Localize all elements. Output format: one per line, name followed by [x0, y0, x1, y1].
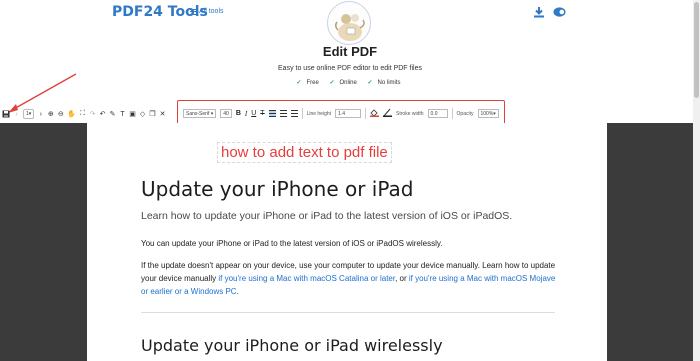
document-paragraph: You can update your iPhone or iPad to th… — [141, 239, 443, 248]
added-text-annotation[interactable]: how to add text to pdf file — [217, 142, 392, 163]
feature-free: ✓ Free — [296, 80, 319, 86]
line-height-label: Line height — [306, 110, 332, 117]
page-scrollbar[interactable] — [693, 0, 700, 361]
catalina-link[interactable]: if you're using a Mac with macOS Catalin… — [218, 274, 395, 283]
pdf-editor-page: PDF24 Tools All tools Edit PDF Easy to u… — [0, 0, 700, 361]
paragraph-text: , or — [395, 274, 409, 283]
hand-icon[interactable]: ✋ — [67, 108, 76, 120]
download-icon[interactable] — [532, 5, 545, 18]
page-subtitle: Easy to use online PDF editor to edit PD… — [278, 65, 422, 72]
save-icon[interactable] — [2, 108, 10, 120]
divider — [141, 312, 555, 313]
check-icon: ✓ — [367, 80, 373, 86]
all-tools-label: All tools — [199, 8, 224, 15]
all-tools-link[interactable]: All tools — [190, 8, 224, 15]
document-lead: Learn how to update your iPhone or iPad … — [141, 210, 513, 222]
text-format-toolbar: Sans-Serif ▾ 40 B I U T Line height 1.4 … — [183, 108, 499, 119]
opacity-label: Opacity — [456, 110, 474, 117]
pen-icon[interactable]: ✎ — [109, 108, 116, 120]
font-family-select[interactable]: Sans-Serif ▾ — [183, 109, 217, 118]
stroke-width-input[interactable]: 0.0 — [427, 109, 448, 118]
line-height-input[interactable]: 1.4 — [335, 109, 362, 118]
stroke-color-icon[interactable] — [383, 108, 393, 119]
document-paragraph: If the update doesn't appear on your dev… — [141, 259, 556, 298]
feature-online: ✓ Online — [329, 80, 357, 86]
toggle-icon[interactable] — [553, 5, 566, 18]
undo-icon[interactable]: ↶ — [99, 108, 106, 120]
copy-icon[interactable]: ❐ — [149, 108, 156, 120]
paragraph-text: . — [236, 287, 239, 296]
strikethrough-button[interactable]: T — [260, 110, 264, 117]
menu-icon — [190, 8, 197, 15]
divider — [365, 108, 367, 119]
stroke-width-label: Stroke width — [396, 110, 424, 117]
page-select[interactable]: 1 ▾ — [23, 109, 35, 119]
next-page-icon[interactable]: › — [37, 108, 44, 120]
divider — [451, 108, 453, 119]
underline-button[interactable]: U — [251, 110, 256, 117]
align-right-icon[interactable] — [290, 110, 298, 117]
fullscreen-icon[interactable]: ⛶ — [79, 108, 86, 120]
header-actions — [532, 5, 566, 18]
divider — [301, 108, 303, 119]
shape-tool-icon[interactable]: ◇ — [139, 108, 146, 120]
bold-button[interactable]: B — [236, 110, 241, 117]
check-icon: ✓ — [296, 80, 302, 86]
editor-toolbar: ‹ 1 ▾ › ⊕ ⊖ ✋ ⛶ ↷ ↶ ✎ T ▣ ◇ ❐ ✕ — [2, 106, 166, 122]
zoom-in-icon[interactable]: ⊕ — [47, 108, 54, 120]
image-tool-icon[interactable]: ▣ — [129, 108, 136, 120]
fill-color-icon[interactable] — [370, 108, 380, 119]
align-center-icon[interactable] — [279, 110, 287, 117]
opacity-select[interactable]: 100% ▾ — [477, 109, 499, 118]
align-left-icon[interactable] — [268, 110, 276, 117]
scrollbar-thumb[interactable] — [694, 2, 699, 98]
font-size-input[interactable]: 40 — [220, 109, 232, 118]
delete-icon[interactable]: ✕ — [159, 108, 166, 120]
text-tool-icon[interactable]: T — [119, 108, 126, 120]
feature-list: ✓ Free ✓ Online ✓ No limits — [0, 79, 700, 86]
italic-button[interactable]: I — [245, 110, 247, 118]
feature-no-limits: ✓ No limits — [367, 80, 401, 86]
redo-icon[interactable]: ↷ — [89, 108, 96, 120]
page-title: Edit PDF — [322, 44, 378, 59]
check-icon: ✓ — [329, 80, 335, 86]
zoom-out-icon[interactable]: ⊖ — [57, 108, 64, 120]
prev-page-icon[interactable]: ‹ — [13, 108, 20, 120]
document-heading: Update your iPhone or iPad — [141, 177, 414, 201]
document-subheading: Update your iPhone or iPad wirelessly — [141, 336, 443, 355]
mascot-logo — [327, 1, 371, 45]
